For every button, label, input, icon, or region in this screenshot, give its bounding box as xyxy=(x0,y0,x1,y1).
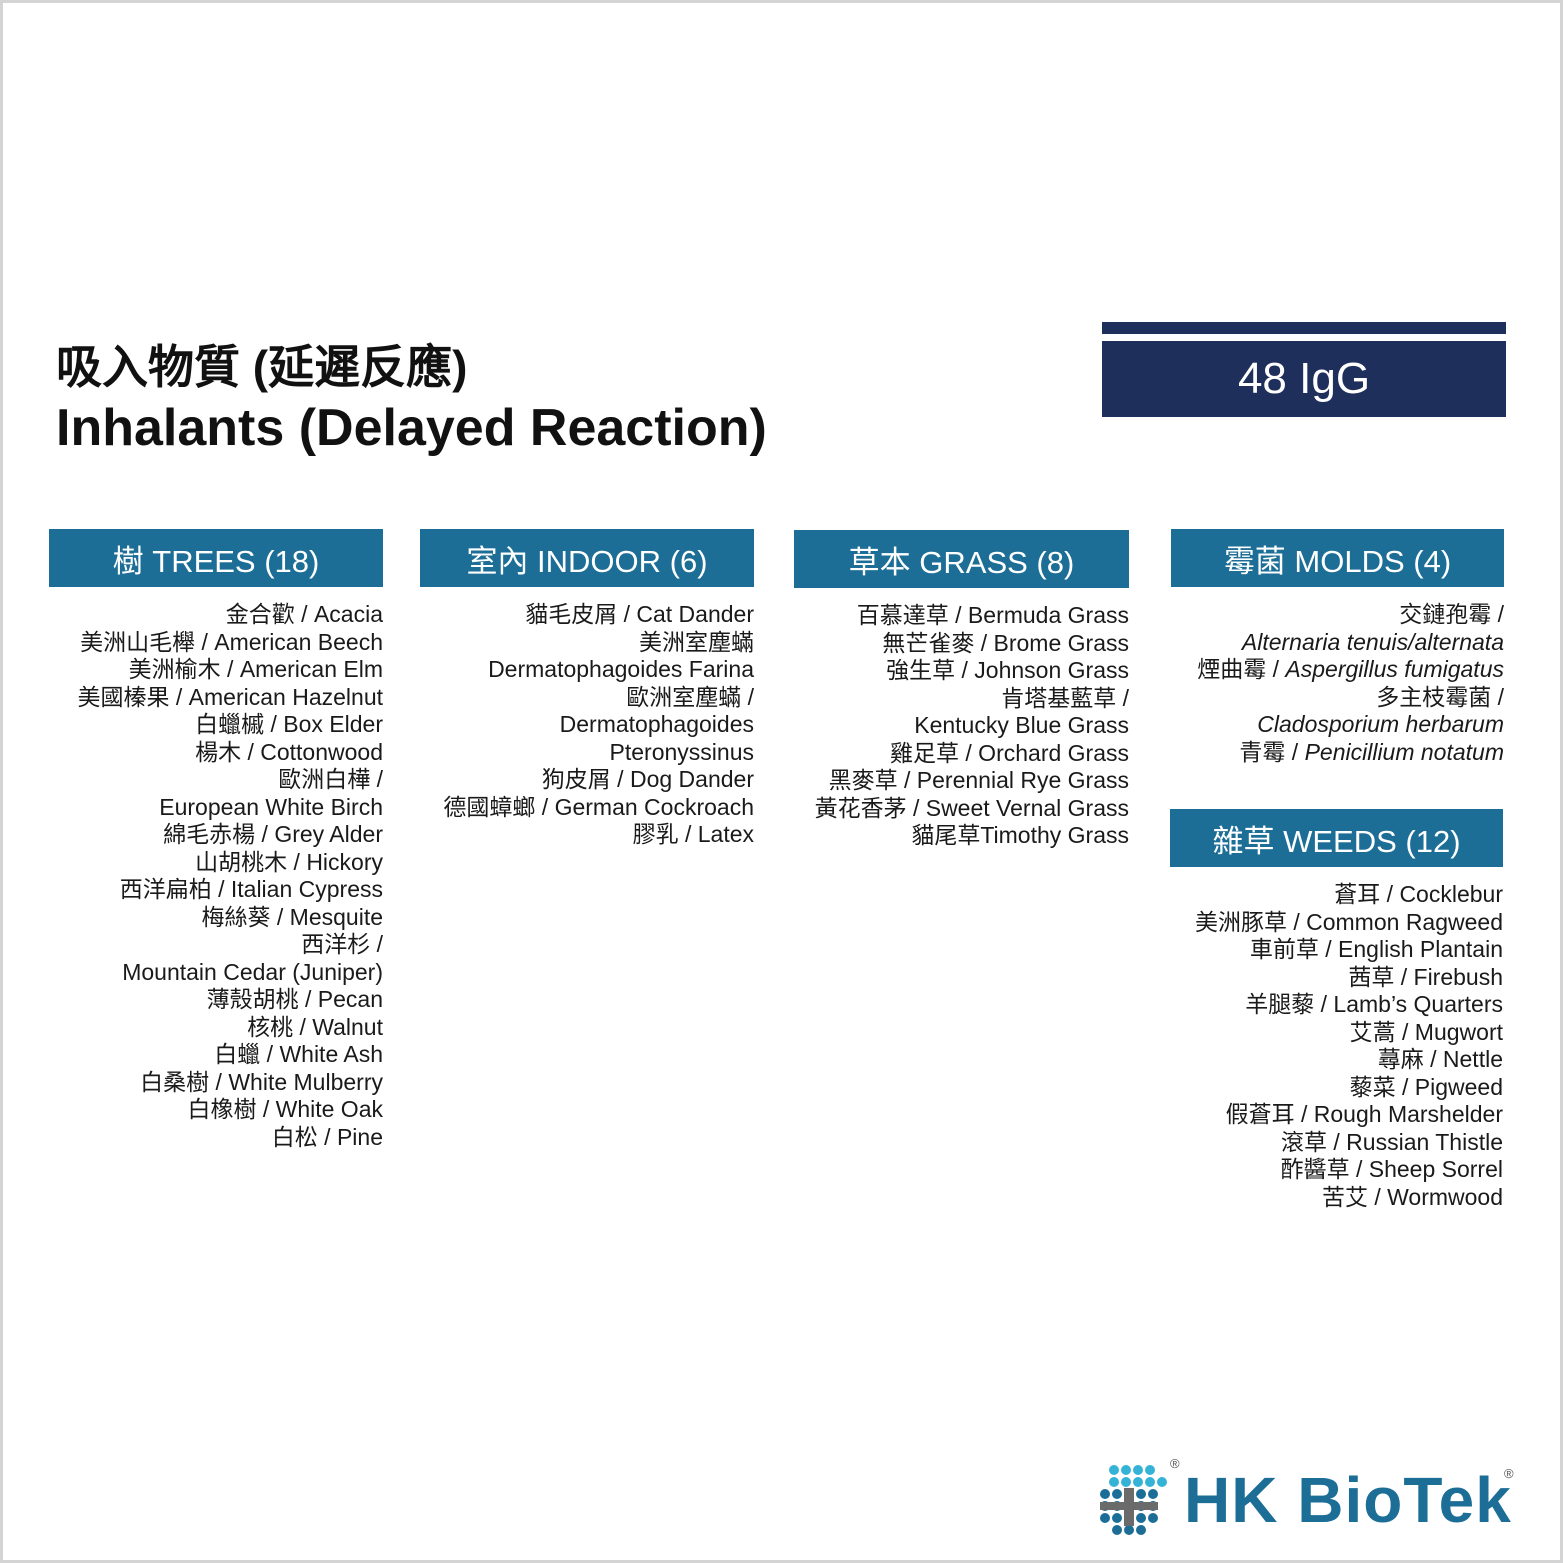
item-zh: 煙曲霉 / xyxy=(1197,656,1286,682)
list-item: 肯塔基藍草 / xyxy=(1001,684,1129,711)
allergen-list: 百慕達草 / Bermuda Grass 無芒雀麥 / Brome Grass … xyxy=(794,602,1129,850)
page-title: 吸入物質 (延遲反應) Inhalants (Delayed Reaction) xyxy=(56,340,767,460)
list-item: European White Birch xyxy=(159,793,383,820)
list-item: 核桃 / Walnut xyxy=(247,1013,383,1040)
section-header: 雜草 WEEDS (12) xyxy=(1170,809,1503,867)
section-header: 草本 GRASS (8) xyxy=(794,530,1129,588)
list-item: 苦艾 / Wormwood xyxy=(1321,1183,1503,1210)
item-zh: 交鏈孢霉 / xyxy=(1399,601,1504,627)
allergen-list: 金合歡 / Acacia 美洲山毛櫸 / American Beech 美洲榆木… xyxy=(49,601,383,1151)
list-item: 蒼耳 / Cocklebur xyxy=(1334,881,1503,907)
registered-mark: ® xyxy=(1504,1466,1514,1481)
list-item: 車前草 / English Plantain xyxy=(1249,936,1503,962)
section-indoor: 室內 INDOOR (6) 貓毛皮屑 / Cat Dander 美洲室塵蟎 De… xyxy=(420,529,754,849)
list-item: Kentucky Blue Grass xyxy=(914,712,1129,738)
list-item: 金合歡 / Acacia xyxy=(225,601,383,627)
list-item: 無芒雀麥 / Brome Grass xyxy=(882,629,1129,656)
list-item: 薄殼胡桃 / Pecan xyxy=(206,986,383,1012)
list-item: 假蒼耳 / Rough Marshelder xyxy=(1225,1101,1503,1127)
section-header: 室內 INDOOR (6) xyxy=(420,529,754,587)
list-item: 藜菜 / Pigweed xyxy=(1349,1073,1503,1100)
allergen-list: 交鏈孢霉 / Alternaria tenuis/alternata 煙曲霉 /… xyxy=(1171,601,1504,766)
list-item: 西洋杉 / xyxy=(301,931,383,957)
registered-mark: ® xyxy=(1170,1456,1180,1471)
list-item: 山胡桃木 / Hickory xyxy=(195,848,383,875)
page-title-zh: 吸入物質 (延遲反應) xyxy=(56,341,468,393)
list-item: 歐洲室塵蟎 / xyxy=(626,683,754,710)
list-item: 青霉 / Penicillium notatum xyxy=(1171,739,1504,767)
list-item: 貓尾草Timothy Grass xyxy=(911,822,1129,848)
list-item: 狗皮屑 / Dog Dander xyxy=(541,766,754,792)
list-item: 膠乳 / Latex xyxy=(632,821,754,847)
list-item: 酢醬草 / Sheep Sorrel xyxy=(1280,1156,1503,1182)
list-item: 強生草 / Johnson Grass xyxy=(886,657,1129,683)
list-item: 黃花香茅 / Sweet Vernal Grass xyxy=(814,794,1129,821)
list-item: 煙曲霉 / Aspergillus fumigatus xyxy=(1171,656,1504,684)
section-grass: 草本 GRASS (8) 百慕達草 / Bermuda Grass 無芒雀麥 /… xyxy=(794,530,1129,850)
logo-dot-grid-icon xyxy=(1100,1465,1167,1535)
list-item: 美洲室塵蟎 xyxy=(639,628,754,655)
section-header: 霉菌 MOLDS (4) xyxy=(1171,529,1504,587)
list-item: Dermatophagoides xyxy=(559,711,754,737)
allergen-list: 貓毛皮屑 / Cat Dander 美洲室塵蟎 Dermatophagoides… xyxy=(420,601,754,849)
allergen-list: 蒼耳 / Cocklebur 美洲豚草 / Common Ragweed 車前草… xyxy=(1170,881,1503,1211)
item-latin: Aspergillus fumigatus xyxy=(1285,656,1504,682)
test-badge: 48 IgG xyxy=(1102,341,1506,417)
list-item: Alternaria tenuis/alternata xyxy=(1171,629,1504,657)
list-item: 白桑樹 / White Mulberry xyxy=(140,1068,383,1095)
section-trees: 樹 TREES (18) 金合歡 / Acacia 美洲山毛櫸 / Americ… xyxy=(49,529,383,1151)
list-item: 艾蒿 / Mugwort xyxy=(1349,1018,1503,1045)
list-item: 雞足草 / Orchard Grass xyxy=(890,739,1129,766)
logo-text: HK BioTek xyxy=(1184,1464,1512,1536)
list-item: 西洋扁柏 / Italian Cypress xyxy=(119,876,383,902)
list-item: 百慕達草 / Bermuda Grass xyxy=(856,602,1129,628)
item-zh: 青霉 / xyxy=(1239,738,1305,765)
item-latin: Alternaria tenuis/alternata xyxy=(1241,628,1504,655)
page-title-en: Inhalants (Delayed Reaction) xyxy=(56,399,767,458)
list-item: 美洲山毛櫸 / American Beech xyxy=(80,628,383,655)
list-item: 滾草 / Russian Thistle xyxy=(1281,1128,1503,1155)
list-item: 貓毛皮屑 / Cat Dander xyxy=(525,601,754,627)
badge-accent-bar xyxy=(1102,322,1506,334)
item-zh: 多主枝霉菌 / xyxy=(1376,683,1504,710)
list-item: 梅絲葵 / Mesquite xyxy=(201,903,384,930)
list-item: 白橡樹 / White Oak xyxy=(187,1096,383,1122)
list-item: 蕁麻 / Nettle xyxy=(1377,1046,1503,1072)
list-item: 德國蟑螂 / German Cockroach xyxy=(443,793,754,820)
section-header: 樹 TREES (18) xyxy=(49,529,383,587)
section-weeds: 雜草 WEEDS (12) 蒼耳 / Cocklebur 美洲豚草 / Comm… xyxy=(1170,809,1503,1211)
list-item: 交鏈孢霉 / xyxy=(1171,601,1504,629)
list-item: Cladosporium herbarum xyxy=(1171,711,1504,739)
list-item: 綿毛赤楊 / Grey Alder xyxy=(163,821,383,847)
list-item: 美洲榆木 / American Elm xyxy=(128,656,383,682)
list-item: 黑麥草 / Perennial Rye Grass xyxy=(828,767,1129,793)
list-item: 白蠟 / White Ash xyxy=(214,1041,383,1067)
list-item: 美國榛果 / American Hazelnut xyxy=(77,683,383,710)
list-item: 楊木 / Cottonwood xyxy=(195,738,383,765)
list-item: 多主枝霉菌 / xyxy=(1171,684,1504,712)
list-item: Pteronyssinus xyxy=(609,738,754,765)
item-latin: Penicillium notatum xyxy=(1304,738,1504,765)
list-item: Mountain Cedar (Juniper) xyxy=(122,958,383,985)
list-item: 歐洲白樺 / xyxy=(278,766,383,792)
list-item: 茜草 / Firebush xyxy=(1348,963,1503,990)
hk-biotek-logo: ® HK BioTek ® xyxy=(1100,1456,1530,1542)
list-item: 白松 / Pine xyxy=(271,1123,383,1150)
item-latin: Cladosporium herbarum xyxy=(1257,711,1504,737)
list-item: 白蠟槭 / Box Elder xyxy=(195,711,383,737)
section-molds: 霉菌 MOLDS (4) 交鏈孢霉 / Alternaria tenuis/al… xyxy=(1171,529,1504,766)
list-item: 美洲豚草 / Common Ragweed xyxy=(1194,908,1503,935)
list-item: Dermatophagoides Farina xyxy=(488,656,754,682)
list-item: 羊腿藜 / Lamb’s Quarters xyxy=(1245,991,1503,1017)
